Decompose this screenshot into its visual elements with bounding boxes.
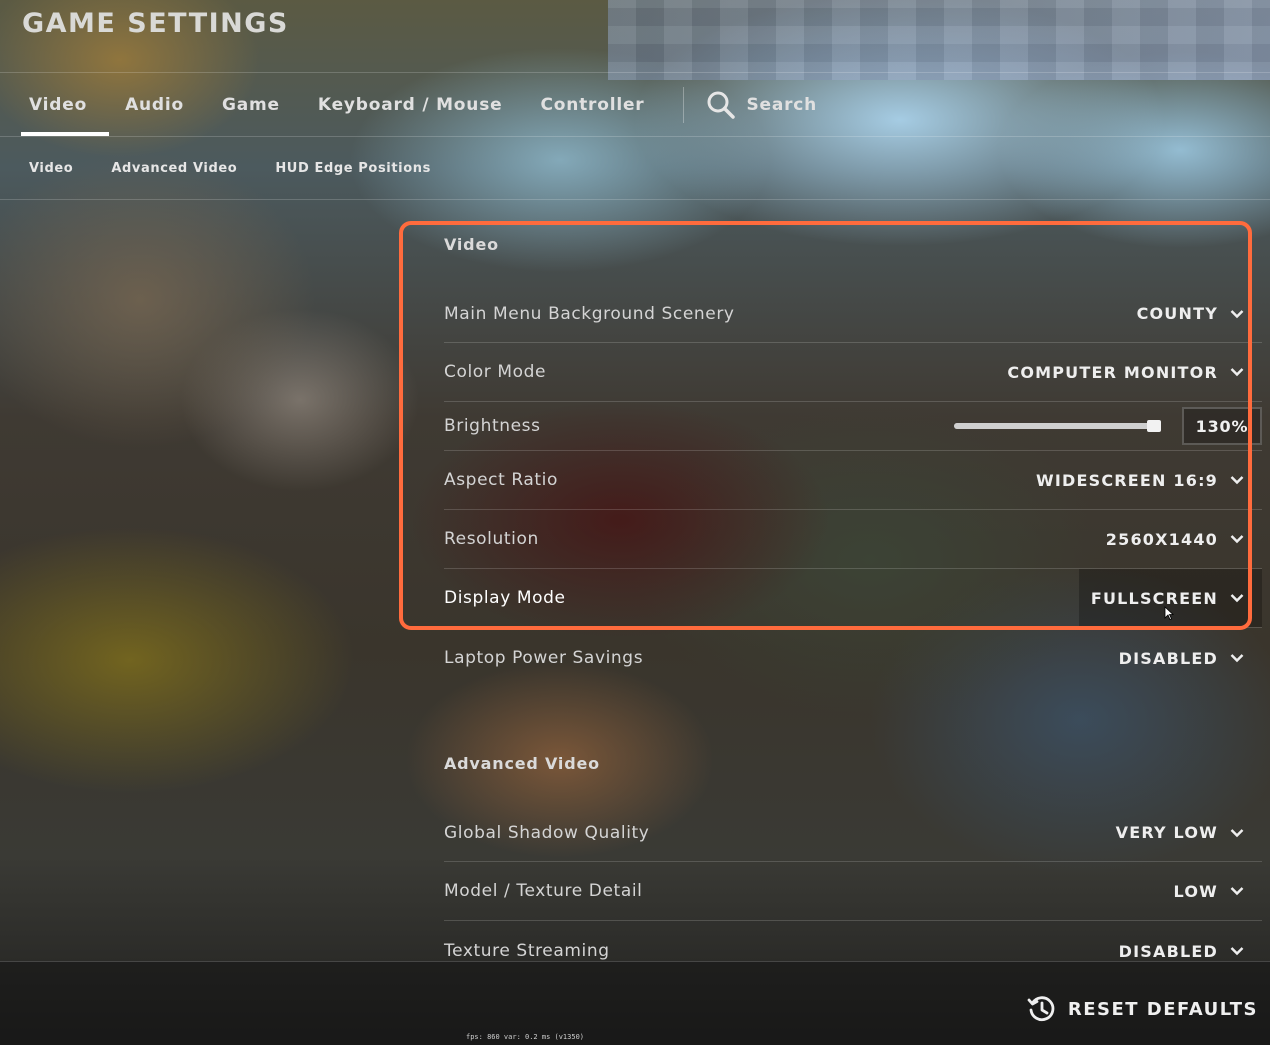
subtab-advanced-video[interactable]: Advanced Video [92, 161, 256, 176]
setting-row-global-shadow-quality: Global Shadow Quality VERY LOW [444, 804, 1262, 862]
reset-defaults-label: RESET DEFAULTS [1067, 998, 1258, 1020]
footer-divider [0, 961, 1270, 962]
annotation-highlight-box [399, 221, 1252, 630]
main-tabs: Video Audio Game Keyboard / Mouse Contro… [0, 74, 817, 136]
dropdown-value: DISABLED [1118, 648, 1218, 668]
advanced-video-section-title: Advanced Video [444, 754, 600, 773]
chevron-down-icon [1230, 947, 1244, 956]
tab-audio[interactable]: Audio [106, 74, 203, 136]
pixelated-region [608, 0, 1270, 80]
history-reset-icon [1027, 996, 1055, 1022]
model-texture-detail-dropdown[interactable]: LOW [1162, 862, 1262, 920]
dropdown-value: DISABLED [1118, 941, 1218, 961]
search-label: Search [746, 95, 818, 115]
setting-row-model-texture-detail: Model / Texture Detail LOW [444, 862, 1262, 921]
subtab-hud-edge-positions[interactable]: HUD Edge Positions [256, 161, 450, 176]
fps-readout: fps: 860 var: 0.2 ms (v1350) [466, 1033, 585, 1041]
setting-label: Global Shadow Quality [444, 822, 650, 843]
reset-defaults-button[interactable]: RESET DEFAULTS [1026, 994, 1258, 1024]
chevron-down-icon [1230, 828, 1244, 837]
laptop-power-savings-dropdown[interactable]: DISABLED [1107, 628, 1262, 688]
setting-label: Model / Texture Detail [444, 881, 643, 901]
sub-tabs: Video Advanced Video HUD Edge Positions [0, 137, 450, 199]
dropdown-value: VERY LOW [1115, 823, 1218, 842]
global-shadow-quality-dropdown[interactable]: VERY LOW [1104, 804, 1262, 861]
tab-keyboard-mouse[interactable]: Keyboard / Mouse [299, 74, 522, 136]
tab-separator [683, 87, 685, 123]
subtabs-divider [0, 199, 1270, 200]
tab-game[interactable]: Game [203, 74, 299, 136]
tab-controller[interactable]: Controller [521, 74, 663, 136]
mouse-cursor-icon [1164, 606, 1174, 620]
search-icon [707, 91, 736, 119]
page-title: GAME SETTINGS [22, 8, 289, 39]
setting-label: Texture Streaming [444, 941, 610, 961]
setting-row-laptop-power-savings: Laptop Power Savings DISABLED [444, 628, 1262, 688]
search-button[interactable]: Search [688, 90, 817, 120]
dropdown-value: LOW [1173, 881, 1218, 901]
chevron-down-icon [1230, 887, 1244, 896]
chevron-down-icon [1230, 654, 1244, 663]
tab-video[interactable]: Video [0, 74, 110, 136]
setting-label: Laptop Power Savings [444, 648, 644, 668]
subtab-video[interactable]: Video [0, 161, 92, 176]
header-divider [0, 72, 1270, 73]
